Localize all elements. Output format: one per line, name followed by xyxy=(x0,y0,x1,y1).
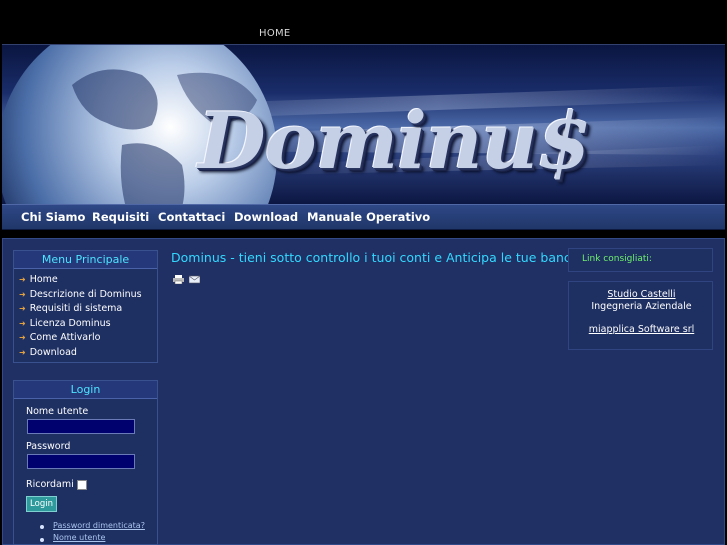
password-label: Password xyxy=(26,441,71,452)
menu-item-descrizione[interactable]: ➜ Descrizione di Dominus xyxy=(19,289,142,302)
remember-label: Ricordami xyxy=(26,479,74,490)
menu-item-label: Descrizione di Dominus xyxy=(29,289,142,300)
arrow-right-icon: ➜ xyxy=(19,348,26,357)
nav-chi-siamo[interactable]: Chi Siamo xyxy=(21,210,85,224)
top-bar: HOME xyxy=(0,0,727,44)
arrow-right-icon: ➜ xyxy=(19,304,26,313)
nav-manuale-operativo[interactable]: Manuale Operativo xyxy=(307,210,430,224)
menu-item-come-attivarlo[interactable]: ➜ Come Attivarlo xyxy=(19,332,101,345)
login-button[interactable]: Login xyxy=(26,496,57,512)
top-home-link[interactable]: HOME xyxy=(259,28,291,39)
links-panel-header: Link consigliati: xyxy=(568,248,713,272)
menu-item-home[interactable]: ➜ Home xyxy=(19,274,58,287)
email-icon[interactable] xyxy=(189,275,200,284)
password-input[interactable] xyxy=(27,454,135,469)
forgot-password-link[interactable]: Password dimenticata? xyxy=(53,521,145,530)
nav-download[interactable]: Download xyxy=(234,210,298,224)
links-panel: Studio Castelli Ingegneria Aziendale mia… xyxy=(568,281,713,350)
username-label: Nome utente xyxy=(26,406,89,417)
bullet-icon xyxy=(40,525,44,529)
menu-item-licenza[interactable]: ➜ Licenza Dominus xyxy=(19,318,111,331)
main-nav: Chi Siamo Requisiti Contattaci Download … xyxy=(2,204,725,230)
menu-item-label: Requisiti di sistema xyxy=(29,303,123,314)
miapplica-link[interactable]: miapplica Software srl xyxy=(569,324,714,335)
menu-item-label: Download xyxy=(29,347,77,358)
forgot-username-link[interactable]: Nome utente xyxy=(53,533,105,542)
links-panel-title: Link consigliati: xyxy=(582,254,652,264)
login-title: Login xyxy=(14,381,157,399)
arrow-right-icon: ➜ xyxy=(19,275,26,284)
article-title: Dominus - tieni sotto controllo i tuoi c… xyxy=(171,250,587,265)
menu-item-requisiti[interactable]: ➜ Requisiti di sistema xyxy=(19,303,122,316)
menu-item-download[interactable]: ➜ Download xyxy=(19,347,77,360)
main-menu-module: Menu Principale ➜ Home ➜ Descrizione di Do… xyxy=(13,250,158,363)
bullet-icon xyxy=(40,538,44,542)
arrow-right-icon: ➜ xyxy=(19,290,26,299)
menu-item-label: Home xyxy=(29,274,58,285)
username-input[interactable] xyxy=(27,419,135,434)
menu-item-label: Licenza Dominus xyxy=(29,318,111,329)
main-menu-title: Menu Principale xyxy=(14,251,157,269)
studio-castelli-link[interactable]: Studio Castelli xyxy=(569,289,714,300)
arrow-right-icon: ➜ xyxy=(19,333,26,342)
site-banner: Dominu$ xyxy=(2,44,725,204)
dominus-logo: Dominu$ xyxy=(198,96,592,187)
nav-requisiti[interactable]: Requisiti xyxy=(92,210,149,224)
remember-checkbox[interactable] xyxy=(77,480,87,490)
studio-castelli-subtitle: Ingegneria Aziendale xyxy=(591,301,692,312)
nav-contattaci[interactable]: Contattaci xyxy=(158,210,225,224)
print-icon[interactable] xyxy=(173,275,184,284)
menu-item-label: Come Attivarlo xyxy=(29,332,101,343)
arrow-right-icon: ➜ xyxy=(19,319,26,328)
login-module: Login Nome utente Password Ricordami Log… xyxy=(13,380,158,545)
